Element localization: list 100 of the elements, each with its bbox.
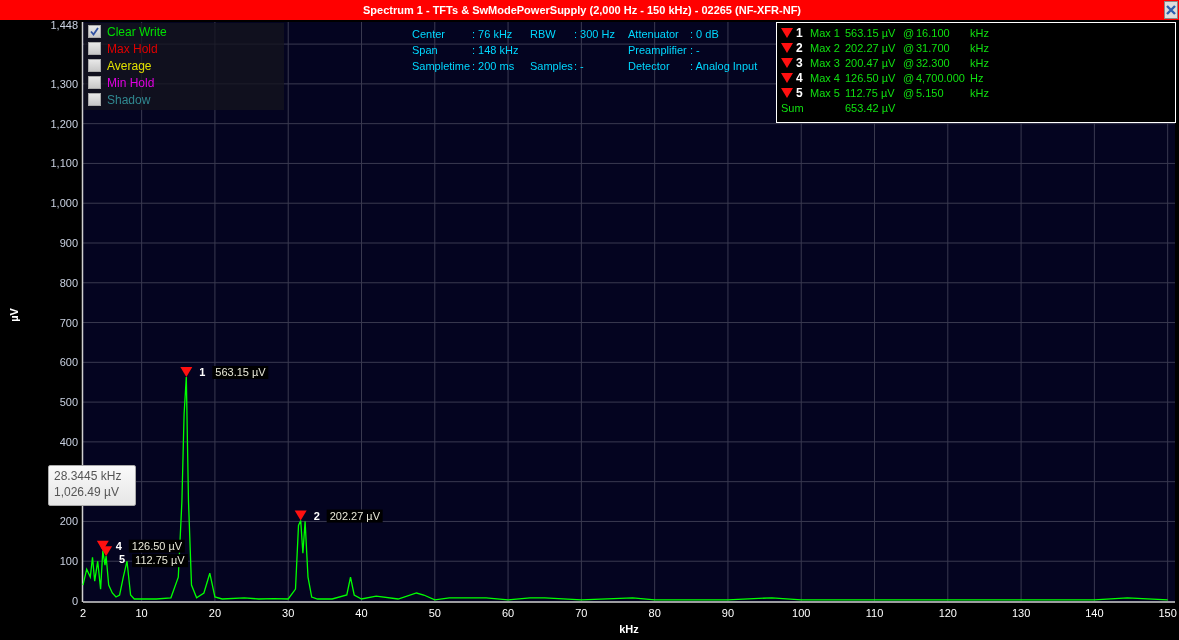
legend-label: Clear Write — [107, 24, 167, 39]
y-tick-label: 0 — [71, 595, 78, 607]
x-tick-label: 100 — [792, 607, 811, 619]
tooltip-line: 1,026.49 µV — [54, 485, 120, 499]
marker-icon — [781, 27, 793, 38]
x-tick-label: 20 — [208, 607, 222, 619]
marker-frequency: 32.300 — [916, 56, 951, 69]
marker-value: 202.27 µV — [845, 41, 897, 54]
setting-label: Center — [412, 28, 447, 40]
marker-icon — [180, 367, 193, 377]
setting-value: : - — [690, 44, 700, 56]
setting-label: Detector — [628, 60, 671, 72]
marker-label: 112.75 µV — [135, 554, 185, 567]
x-tick-label: 140 — [1085, 607, 1104, 619]
at-sign: @ — [903, 56, 916, 69]
marker-unit: Hz — [970, 71, 984, 84]
x-tick-label: 60 — [501, 607, 515, 619]
y-tick-label: 700 — [59, 316, 78, 329]
marker-icon — [781, 57, 793, 68]
y-tick-label: 1,300 — [50, 77, 78, 90]
tooltip-line: 28.3445 kHz — [54, 469, 123, 483]
legend-label: Max Hold — [107, 41, 158, 56]
setting-value: : 200 ms — [472, 60, 515, 72]
x-tick-label: 2 — [79, 607, 87, 619]
x-tick-label: 70 — [575, 607, 588, 619]
setting-value: : 0 dB — [690, 28, 719, 40]
x-tick-label: 130 — [1011, 607, 1031, 619]
marker-label: 202.27 µV — [329, 509, 381, 522]
setting-value: : 300 Hz — [574, 28, 615, 40]
marker-value: 563.15 µV — [845, 26, 897, 39]
y-tick-label: 600 — [59, 356, 78, 369]
sum-value: 653.42 µV — [845, 102, 896, 114]
marker-number: 1 — [199, 366, 206, 378]
setting-label: Sampletime — [412, 60, 472, 72]
setting-label: Span — [412, 44, 439, 56]
checkbox[interactable] — [88, 93, 101, 106]
marker-label: 563.15 µV — [215, 366, 266, 378]
setting-value: : Analog Input — [690, 60, 758, 72]
marker-number: 5 — [119, 553, 126, 566]
marker-name: Max 2 — [810, 41, 841, 54]
y-tick-label: 200 — [59, 515, 78, 528]
setting-label: Preamplifier — [628, 44, 688, 56]
y-tick-label: 100 — [59, 555, 78, 568]
marker-icon — [781, 87, 793, 98]
close-icon — [1166, 5, 1176, 15]
marker-icon — [294, 510, 307, 521]
marker-unit: kHz — [970, 56, 989, 69]
marker-label: 126.50 µV — [131, 539, 183, 552]
y-tick-label: 900 — [59, 237, 78, 249]
setting-value: : 148 kHz — [472, 44, 519, 56]
y-tick-label: 1,448 — [50, 20, 78, 31]
x-tick-label: 120 — [938, 607, 957, 619]
x-tick-label: 50 — [428, 607, 441, 619]
window-title: Spectrum 1 - TFTs & SwModePowerSupply (2,000 Hz - 150 kHz) - 02265 (NF-XFR-NF) — [361, 4, 802, 16]
at-sign: @ — [903, 71, 916, 84]
marker-icon — [781, 72, 793, 83]
marker-name: Max 1 — [810, 26, 841, 39]
setting-label: RBW — [530, 28, 557, 40]
marker-number: 4 — [796, 70, 804, 85]
setting-value: : 76 kHz — [472, 28, 513, 40]
x-axis-title: kHz — [619, 623, 639, 635]
x-tick-label: 80 — [648, 607, 661, 619]
y-tick-label: 1,000 — [50, 197, 78, 210]
checkbox[interactable] — [88, 42, 101, 55]
x-tick-label: 30 — [282, 607, 295, 619]
y-tick-label: 500 — [59, 396, 78, 409]
marker-value: 200.47 µV — [845, 56, 897, 69]
x-tick-label: 40 — [355, 607, 368, 619]
checkbox[interactable] — [88, 59, 101, 72]
marker-value: 126.50 µV — [845, 71, 897, 84]
marker-name: Max 5 — [810, 86, 841, 99]
marker-frequency: 4,700.000 — [916, 71, 966, 84]
marker-number: 2 — [796, 40, 804, 55]
marker-number: 4 — [115, 539, 122, 552]
legend-label: Min Hold — [107, 75, 155, 90]
marker-number: 2 — [313, 509, 320, 522]
setting-label: Samples — [530, 60, 574, 72]
marker-name: Max 3 — [810, 56, 841, 69]
y-tick-label: 1,200 — [50, 117, 78, 130]
checkbox[interactable] — [88, 76, 101, 89]
y-axis-title: µV — [8, 308, 20, 322]
sum-label: Sum — [781, 102, 805, 114]
at-sign: @ — [903, 26, 916, 39]
marker-value: 112.75 µV — [845, 86, 896, 99]
legend-label: Average — [107, 58, 152, 73]
marker-unit: kHz — [970, 41, 989, 54]
x-tick-label: 10 — [135, 607, 148, 619]
checkbox[interactable] — [88, 25, 101, 38]
marker-number: 5 — [796, 85, 804, 100]
marker-unit: kHz — [970, 26, 989, 39]
marker-unit: kHz — [970, 86, 989, 99]
marker-number: 3 — [796, 55, 804, 70]
y-tick-label: 1,100 — [50, 157, 78, 170]
y-tick-label: 400 — [59, 435, 78, 448]
marker-frequency: 31.700 — [916, 41, 951, 54]
at-sign: @ — [903, 86, 916, 99]
close-button[interactable] — [1164, 1, 1178, 19]
marker-frequency: 16.100 — [916, 26, 951, 39]
legend-label: Shadow — [107, 92, 151, 107]
marker-icon — [781, 42, 793, 53]
